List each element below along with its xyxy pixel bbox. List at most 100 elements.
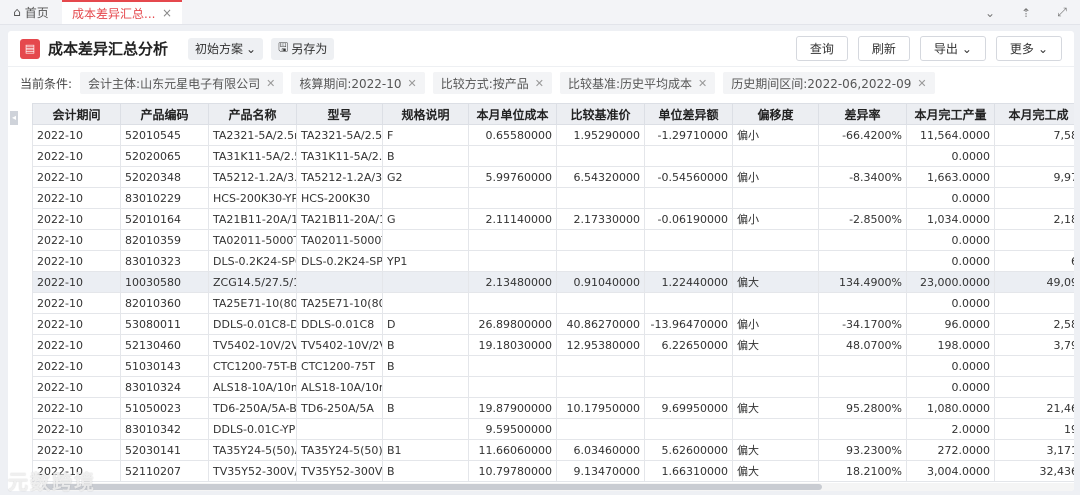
filter-chip[interactable]: 历史期间区间:2022-06,2022-09 ✕: [723, 72, 935, 94]
table-row[interactable]: 2022-1010030580ZCG14.5/27.5/11- 2.1348000…: [32, 271, 1074, 293]
table-row[interactable]: 2022-1052030141TA35Y24-5(50)A/(TA35Y24-5…: [32, 439, 1074, 461]
table-cell: 偏大: [732, 271, 819, 293]
tab-active-label: 成本差异汇总...: [72, 6, 156, 21]
table-cell: [556, 250, 645, 272]
table-row[interactable]: 2022-10 51050023 TD6-250A/5A-B TD6-250A/5A B…: [32, 397, 1074, 419]
more-label: 更多: [1009, 42, 1034, 56]
chevron-down-icon[interactable]: ⌄: [972, 6, 1008, 20]
column-header[interactable]: 差异率: [818, 103, 907, 125]
table-cell: [732, 355, 819, 377]
close-icon[interactable]: ✕: [917, 77, 926, 90]
table-cell: TA2321-5A/2.5mA: [208, 124, 297, 146]
table-cell: 9.13470000: [556, 460, 645, 482]
table-cell: 2.17330000: [556, 208, 645, 230]
table-cell: [644, 355, 733, 377]
close-icon[interactable]: ✕: [698, 77, 707, 90]
table-row[interactable]: 2022-1083010323DLS-0.2K24-SP6-DLS-0.2K24…: [32, 250, 1074, 272]
table-cell: 2022-10: [32, 208, 121, 230]
table-cell: 21,46: [994, 397, 1074, 419]
filter-chip[interactable]: 会计主体:山东元星电子有限公司 ✕: [80, 72, 284, 94]
table-cell: [468, 376, 557, 398]
table-cell: 6.03460000: [556, 439, 645, 461]
table-cell: -34.1700%: [818, 313, 907, 335]
query-button[interactable]: 查询: [795, 36, 848, 61]
tab-home[interactable]: ⌂ 首页: [0, 0, 62, 24]
scheme-dropdown[interactable]: 初始方案 ⌄: [188, 37, 264, 60]
column-header[interactable]: 规格说明: [382, 103, 469, 125]
table-cell: [818, 145, 907, 167]
table-cell: 83010324: [120, 376, 209, 398]
table-cell: [994, 229, 1074, 251]
filter-chip[interactable]: 核算期间:2022-10 ✕: [291, 72, 425, 94]
column-header[interactable]: 本月完工产量: [906, 103, 995, 125]
table-cell: 2022-10: [32, 334, 121, 356]
table-row[interactable]: 2022-10 83010342 DDLS-0.01C-YP1 9.59500000 2…: [32, 418, 1074, 440]
table-row[interactable]: 2022-1052010545TA2321-5A/2.5mATA2321-5A/…: [32, 124, 1074, 146]
column-header[interactable]: 产品编码: [120, 103, 209, 125]
horizontal-scrollbar[interactable]: [32, 483, 1074, 491]
table-cell: 3,004.0000: [906, 460, 995, 482]
scheme-label: 初始方案: [195, 42, 244, 56]
table-cell: 0.0000: [906, 292, 995, 314]
table-row[interactable]: 2022-1052110207TV35Y52-300V/7.TV35Y52-30…: [32, 460, 1074, 482]
table-row[interactable]: 2022-10 53080011 DDLS-0.01C8-D DDLS-0.01C8 D…: [32, 313, 1074, 335]
column-header[interactable]: 本月完工成: [994, 103, 1074, 125]
table-cell: ZCG14.5/27.5/11-: [208, 271, 297, 293]
table-cell: 2,58: [994, 313, 1074, 335]
table-cell: 偏大: [732, 439, 819, 461]
more-button[interactable]: 更多 ⌄: [995, 36, 1062, 61]
column-header[interactable]: 本月单位成本: [468, 103, 557, 125]
table-row[interactable]: 2022-1052020348TA5212-1.2A/3.53TA5212-1.…: [32, 166, 1074, 188]
column-header[interactable]: 产品名称: [208, 103, 297, 125]
table-cell: 51030143: [120, 355, 209, 377]
table-cell: B: [382, 355, 469, 377]
column-header[interactable]: 型号: [296, 103, 383, 125]
table-cell: TA02011-5000T: [296, 229, 383, 251]
table-cell: 11,564.0000: [906, 124, 995, 146]
filter-chip[interactable]: 比较基准:历史平均成本 ✕: [559, 72, 716, 94]
close-icon[interactable]: ✕: [535, 77, 544, 90]
column-header[interactable]: 会计期间: [32, 103, 121, 125]
table-cell: [732, 418, 819, 440]
table-row[interactable]: 2022-10 51030143 CTC1200-75T-B CTC1200-75T B…: [32, 355, 1074, 377]
table-cell: [468, 229, 557, 251]
table-cell: TA5212-1.2A/3.53: [296, 166, 383, 188]
export-button[interactable]: 导出 ⌄: [919, 36, 986, 61]
table-row[interactable]: 2022-1052130460TV5402-10V/2V-BTV5402-10V…: [32, 334, 1074, 356]
table-cell: 93.2300%: [818, 439, 907, 461]
refresh-button[interactable]: 刷新: [857, 36, 910, 61]
table-cell: ALS18-10A/10mA: [208, 376, 297, 398]
tab-cost-variance[interactable]: 成本差异汇总... ×: [62, 0, 182, 24]
close-icon[interactable]: ✕: [408, 77, 417, 90]
close-icon[interactable]: ×: [162, 6, 172, 20]
collapse-handle-icon[interactable]: ◂: [10, 111, 18, 125]
column-header[interactable]: 单位差异额: [644, 103, 733, 125]
table-row[interactable]: 2022-1052010164TA21B11-20A/10nTA21B11-20…: [32, 208, 1074, 230]
upload-icon[interactable]: ⇡: [1008, 6, 1044, 20]
table-cell: [732, 250, 819, 272]
expand-icon[interactable]: ⤢: [1044, 5, 1080, 20]
header-actions: 查询 刷新 导出 ⌄ 更多 ⌄: [795, 36, 1062, 61]
table-row[interactable]: 2022-1082010359TA02011-5000T-YTA02011-50…: [32, 229, 1074, 251]
grid-gutter: ◂: [8, 103, 32, 491]
save-as-button[interactable]: 🖫 另存为: [271, 37, 335, 60]
table-cell: 6.54320000: [556, 166, 645, 188]
table-row[interactable]: 2022-1083010324ALS18-10A/10mAALS18-10A/1…: [32, 376, 1074, 398]
table-cell: 2022-10: [32, 439, 121, 461]
table-cell: 2022-10: [32, 229, 121, 251]
table-cell: 52020348: [120, 166, 209, 188]
table-cell: [644, 292, 733, 314]
close-icon[interactable]: ✕: [266, 77, 275, 90]
table-cell: DLS-0.2K24-SP6-: [208, 250, 297, 272]
table-row[interactable]: 2022-1052020065TA31K11-5A/2.5mTA31K11-5A…: [32, 145, 1074, 167]
table-cell: [382, 271, 469, 293]
filter-chip[interactable]: 比较方式:按产品 ✕: [432, 72, 552, 94]
table-cell: 2022-10: [32, 271, 121, 293]
table-row[interactable]: 2022-10 83010229 HCS-200K30-YP1 HCS-200K30 0…: [32, 187, 1074, 209]
scrollbar-thumb[interactable]: [42, 484, 822, 490]
column-header[interactable]: 偏移度: [732, 103, 819, 125]
table-cell: 12.95380000: [556, 334, 645, 356]
table-row[interactable]: 2022-1082010360TA25E71-10(80)ATA25E71-10…: [32, 292, 1074, 314]
table-cell: 272.0000: [906, 439, 995, 461]
column-header[interactable]: 比较基准价: [556, 103, 645, 125]
